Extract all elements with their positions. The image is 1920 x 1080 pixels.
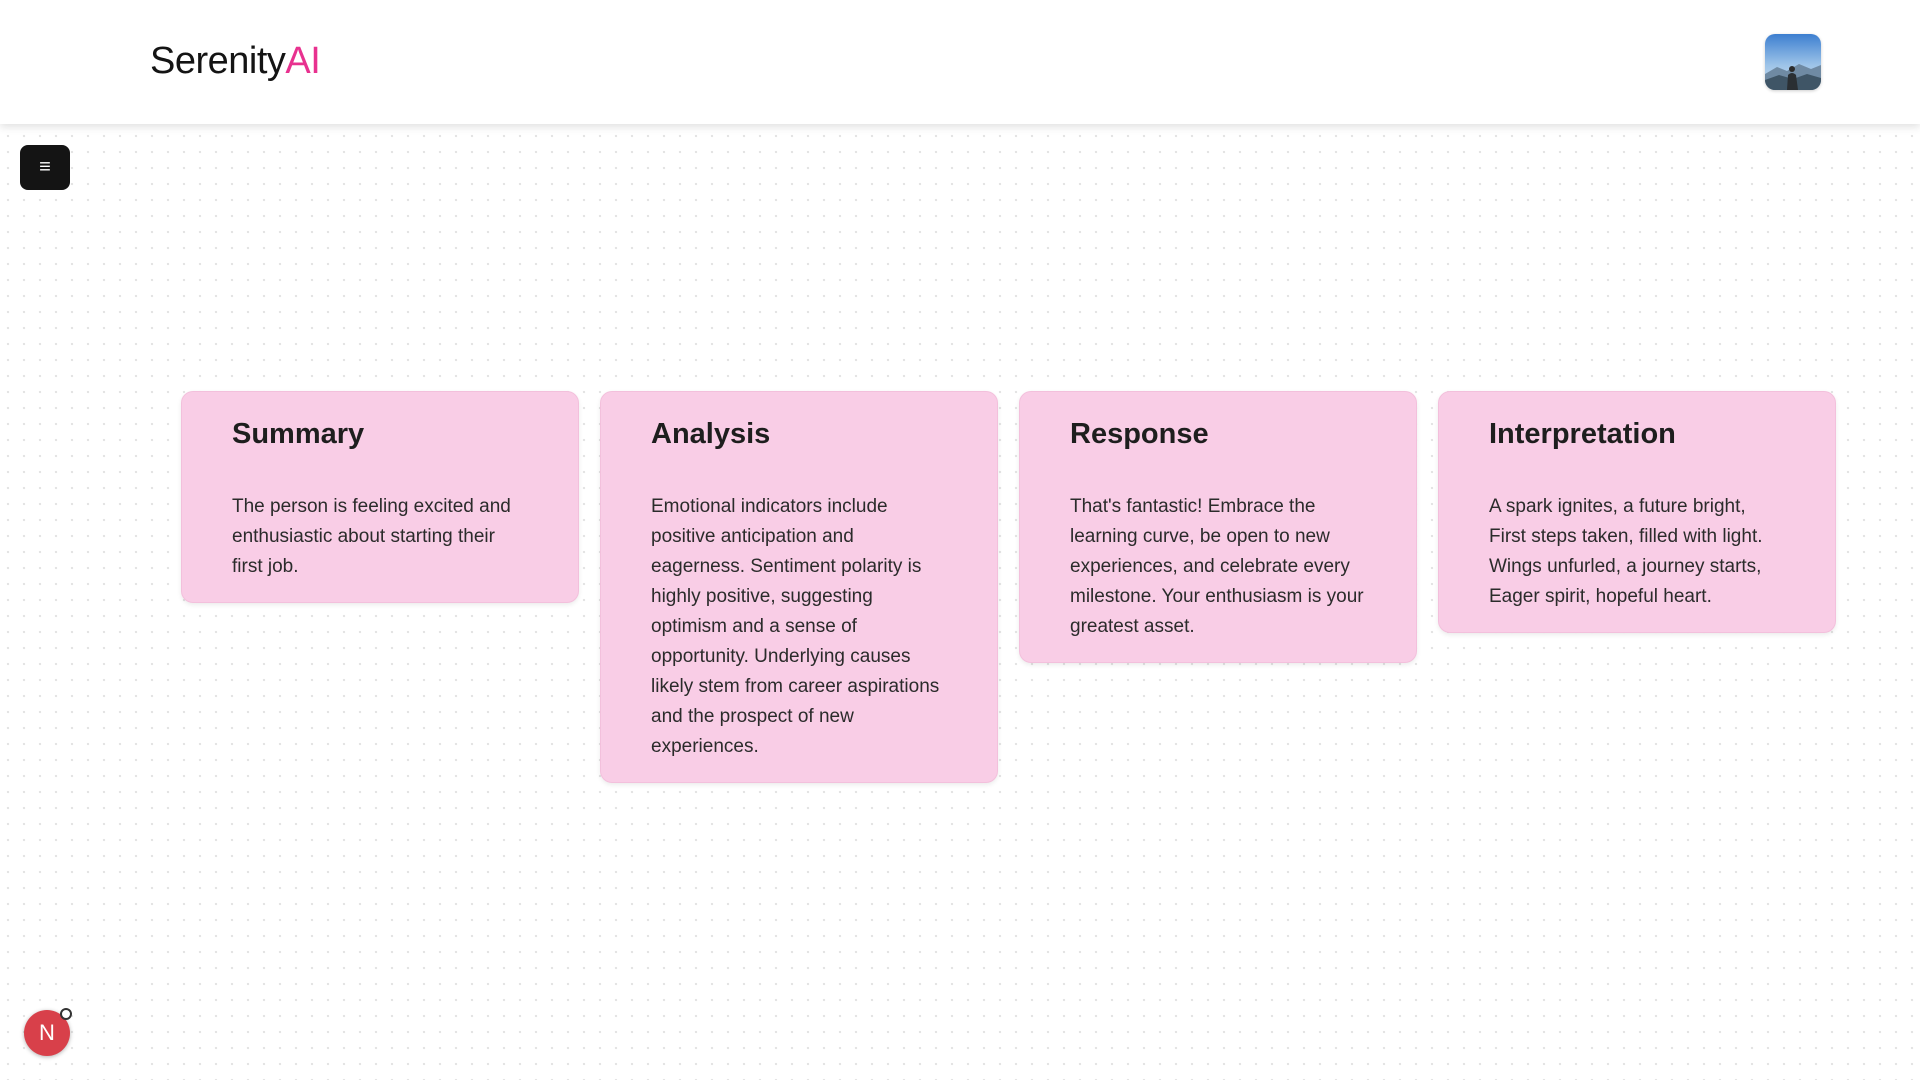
brand-accent: AI [285,40,321,82]
notification-button[interactable]: N [24,1008,72,1056]
card-body: Emotional indicators include positive an… [651,496,940,757]
response-card: Response That's fantastic! Embrace the l… [1019,391,1417,663]
notification-badge [60,1008,72,1020]
card-body: A spark ignites, a future bright, First … [1489,496,1763,607]
summary-card: Summary The person is feeling excited an… [181,391,579,603]
analysis-card: Analysis Emotional indicators include po… [600,391,998,783]
card-title: Analysis [651,418,771,450]
card-title: Response [1070,418,1209,450]
interpretation-card: Interpretation A spark ignites, a future… [1438,391,1836,633]
profile-photo-icon [1765,34,1821,90]
top-header: SerenityAI [0,0,1920,124]
brand-name: Serenity [150,40,286,82]
card-body: That's fantastic! Embrace the learning c… [1070,496,1364,637]
results-card-row: Summary The person is feeling excited an… [181,391,1836,783]
card-body: The person is feeling excited and enthus… [232,496,511,577]
card-title: Summary [232,418,365,450]
card-title: Interpretation [1489,418,1676,450]
hamburger-menu-icon: ≡ [39,156,51,178]
user-avatar[interactable] [1765,34,1821,90]
brand-logo[interactable]: SerenityAI [150,38,321,84]
sidebar-menu-button[interactable]: ≡ [20,145,70,190]
notification-letter: N [39,1020,55,1045]
